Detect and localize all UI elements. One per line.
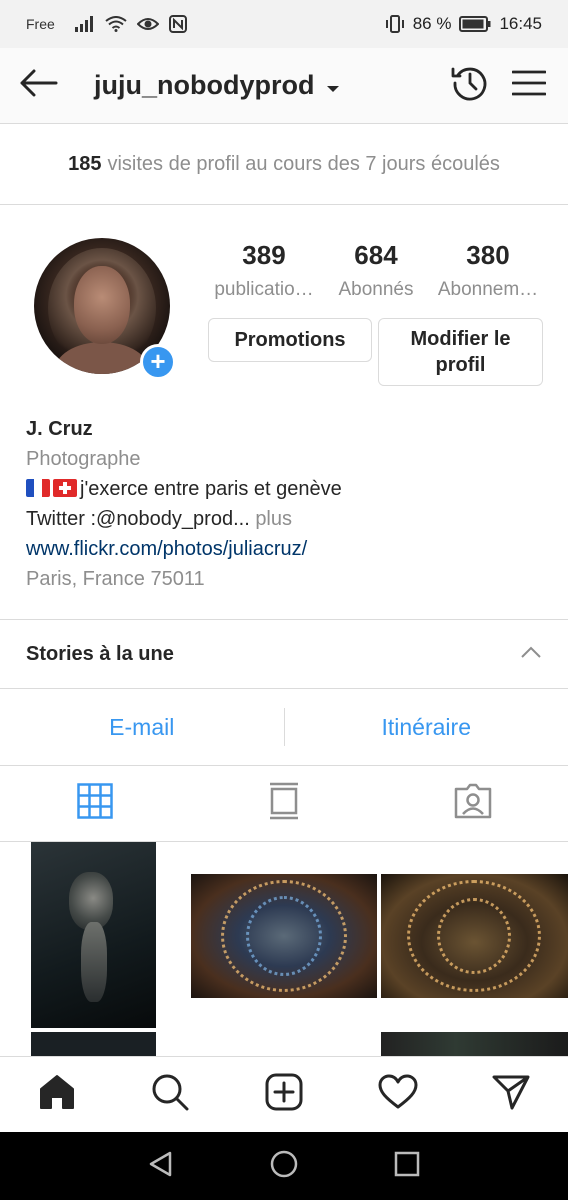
story-highlights-title: Stories à la une — [26, 642, 174, 665]
profile-avatar[interactable]: + — [34, 238, 176, 380]
profile-tabs — [0, 766, 568, 842]
edit-profile-button[interactable]: Modifier le profil — [378, 318, 543, 386]
email-button[interactable]: E-mail — [0, 714, 284, 741]
tagged-icon — [454, 783, 492, 824]
add-icon — [265, 1073, 303, 1116]
posts-grid — [0, 842, 568, 1056]
location-text[interactable]: Paris, France 75011 — [26, 564, 546, 594]
stat-label: Abonnés — [338, 279, 414, 300]
add-story-icon[interactable]: + — [140, 344, 176, 380]
menu-icon[interactable] — [511, 69, 547, 102]
more-link[interactable]: plus — [255, 508, 292, 530]
bio-line: j'exerce entre paris et genève — [26, 474, 546, 504]
vibrate-icon — [385, 15, 405, 33]
stat-label: publicatio… — [214, 279, 314, 300]
signal-icon — [74, 16, 95, 32]
post-thumbnail[interactable] — [31, 1032, 156, 1056]
back-triangle-icon[interactable] — [148, 1151, 174, 1182]
stat-value: 389 — [242, 240, 286, 270]
nav-add[interactable] — [227, 1057, 341, 1132]
carrier-label: Free — [26, 16, 55, 32]
visits-count: 185 — [68, 152, 102, 175]
stat-following[interactable]: 380 Abonnem… — [432, 240, 544, 301]
stat-label: Abonnem… — [437, 279, 539, 300]
promotions-button[interactable]: Promotions — [208, 318, 372, 362]
search-icon — [151, 1073, 189, 1116]
stat-followers[interactable]: 684 Abonnés — [320, 240, 432, 301]
bio-text: j'exerce entre paris et genève — [80, 478, 342, 500]
twitter-text: Twitter :@nobody_prod... — [26, 508, 250, 530]
profile-bio: J. Cruz Photographe j'exerce entre paris… — [26, 414, 546, 594]
grid-icon — [76, 783, 113, 824]
profile-header: juju_nobodyprod — [0, 48, 568, 124]
account-switcher[interactable]: juju_nobodyprod — [94, 70, 340, 101]
post-thumbnail[interactable] — [31, 842, 156, 1028]
bio-twitter-line: Twitter :@nobody_prod... plus — [26, 504, 546, 534]
nav-direct[interactable] — [454, 1057, 568, 1132]
visits-text: visites de profil au cours des 7 jours é… — [107, 152, 500, 175]
system-navigation-bar — [0, 1132, 568, 1200]
caret-down-icon — [326, 70, 340, 101]
recents-square-icon[interactable] — [394, 1151, 420, 1182]
wifi-icon — [105, 16, 127, 32]
clock: 16:45 — [499, 14, 542, 33]
battery-percent: 86 % — [412, 14, 452, 33]
tab-tagged[interactable] — [379, 766, 568, 841]
post-thumbnail[interactable] — [381, 874, 568, 998]
profile-stats: 389 publicatio… 684 Abonnés 380 Abonnem… — [208, 240, 544, 301]
nav-activity[interactable] — [341, 1057, 455, 1132]
bottom-navigation — [0, 1056, 568, 1132]
post-thumbnail[interactable] — [191, 874, 377, 998]
battery-icon — [459, 16, 491, 32]
username-title: juju_nobodyprod — [94, 70, 315, 100]
profile-visits-banner[interactable]: 185 visites de profil au cours des 7 jou… — [0, 124, 568, 205]
post-thumbnail[interactable] — [381, 1032, 568, 1056]
website-link[interactable]: www.flickr.com/photos/juliacruz/ — [26, 534, 546, 564]
nav-home[interactable] — [0, 1057, 114, 1132]
display-name: J. Cruz — [26, 418, 93, 440]
direct-icon — [492, 1074, 530, 1115]
directions-button[interactable]: Itinéraire — [285, 714, 568, 741]
contact-bar: E-mail Itinéraire — [0, 689, 568, 766]
stat-value: 380 — [466, 240, 510, 270]
france-flag-icon — [26, 479, 50, 497]
stat-value: 684 — [354, 240, 398, 270]
status-bar: Free 86 % 16:45 — [0, 0, 568, 48]
stat-posts[interactable]: 389 publicatio… — [208, 240, 320, 301]
feed-icon — [268, 782, 300, 825]
home-icon — [38, 1073, 76, 1116]
swiss-flag-icon — [53, 479, 77, 497]
category-label: Photographe — [26, 448, 141, 470]
back-button[interactable] — [0, 48, 76, 124]
home-circle-icon[interactable] — [270, 1150, 298, 1183]
story-highlights-header[interactable]: Stories à la une — [0, 619, 568, 689]
tab-grid[interactable] — [0, 766, 189, 841]
heart-icon — [378, 1074, 418, 1115]
nav-search[interactable] — [114, 1057, 228, 1132]
arrow-left-icon — [18, 69, 58, 102]
tab-feed[interactable] — [189, 766, 378, 841]
nfc-icon — [168, 15, 187, 33]
history-icon[interactable] — [450, 63, 490, 108]
eye-icon — [136, 16, 159, 32]
chevron-up-icon[interactable] — [520, 645, 542, 664]
